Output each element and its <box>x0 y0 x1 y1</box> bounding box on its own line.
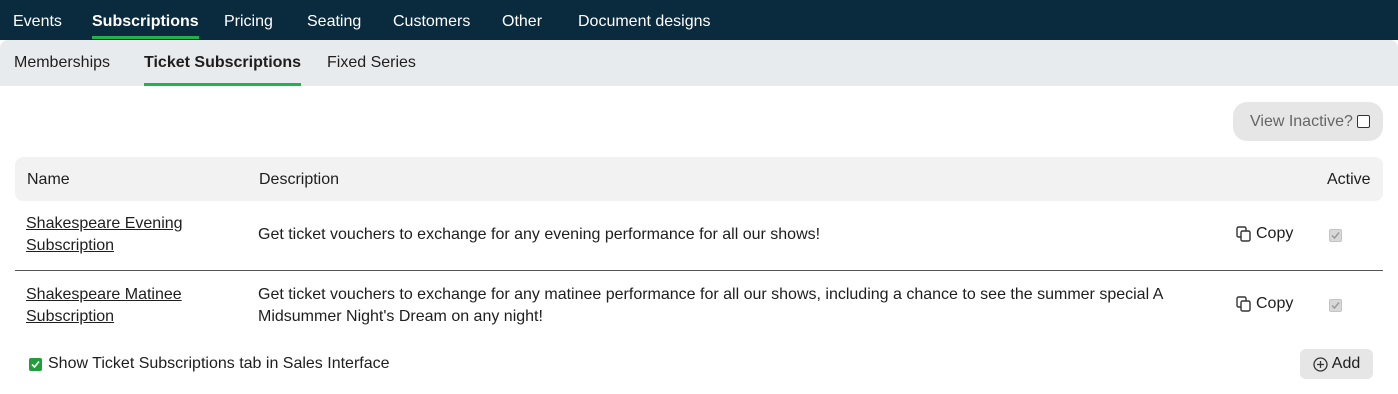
add-label: Add <box>1331 355 1361 372</box>
plus-circle-icon <box>1313 356 1328 372</box>
table-row: Shakespeare Evening Subscription Get tic… <box>15 201 1383 271</box>
nav-item-events[interactable]: Events <box>13 0 62 40</box>
sub-navigation: Memberships Ticket Subscriptions Fixed S… <box>0 40 1398 86</box>
table-header: Name Description Active <box>15 157 1383 201</box>
view-inactive-checkbox[interactable] <box>1356 115 1370 128</box>
active-checkbox[interactable] <box>1329 229 1342 242</box>
copy-button[interactable]: Copy <box>1236 295 1293 313</box>
column-header-description[interactable]: Description <box>259 170 339 190</box>
subscription-name-link[interactable]: Shakespeare Evening Subscription <box>26 213 226 257</box>
tab-memberships[interactable]: Memberships <box>14 53 110 86</box>
checkmark-icon <box>31 360 40 368</box>
active-checkbox[interactable] <box>1329 299 1342 312</box>
copy-icon <box>1236 226 1251 242</box>
nav-item-seating[interactable]: Seating <box>307 0 361 40</box>
top-navigation: Events Subscriptions Pricing Seating Cus… <box>0 0 1398 40</box>
nav-item-other[interactable]: Other <box>502 0 542 40</box>
column-header-name[interactable]: Name <box>27 170 70 190</box>
add-button[interactable]: Add <box>1300 349 1373 379</box>
nav-item-customers[interactable]: Customers <box>393 0 470 40</box>
subscription-description: Get ticket vouchers to exchange for any … <box>258 286 1163 325</box>
show-tab-checkbox[interactable] <box>29 357 42 371</box>
checkmark-icon <box>1331 302 1340 310</box>
subscription-description: Get ticket vouchers to exchange for any … <box>258 226 821 243</box>
nav-item-document-designs[interactable]: Document designs <box>578 0 711 40</box>
view-inactive-label: View Inactive? <box>1250 112 1353 130</box>
column-header-active[interactable]: Active <box>1327 170 1371 190</box>
subscription-name-link[interactable]: Shakespeare Matinee Subscription <box>26 284 226 328</box>
copy-button[interactable]: Copy <box>1236 225 1293 243</box>
tab-ticket-subscriptions[interactable]: Ticket Subscriptions <box>144 53 302 86</box>
copy-label: Copy <box>1256 295 1294 312</box>
show-tab-label: Show Ticket Subscriptions tab in Sales I… <box>48 355 390 372</box>
nav-item-subscriptions[interactable]: Subscriptions <box>92 0 199 40</box>
copy-label: Copy <box>1256 225 1294 242</box>
show-tab-option: Show Ticket Subscriptions tab in Sales I… <box>29 355 390 373</box>
nav-item-pricing[interactable]: Pricing <box>224 0 273 40</box>
checkmark-icon <box>1331 232 1340 240</box>
view-inactive-toggle[interactable]: View Inactive? <box>1233 102 1383 141</box>
table-row: Shakespeare Matinee Subscription Get tic… <box>15 271 1383 341</box>
copy-icon <box>1236 296 1251 312</box>
tab-fixed-series[interactable]: Fixed Series <box>327 53 416 86</box>
